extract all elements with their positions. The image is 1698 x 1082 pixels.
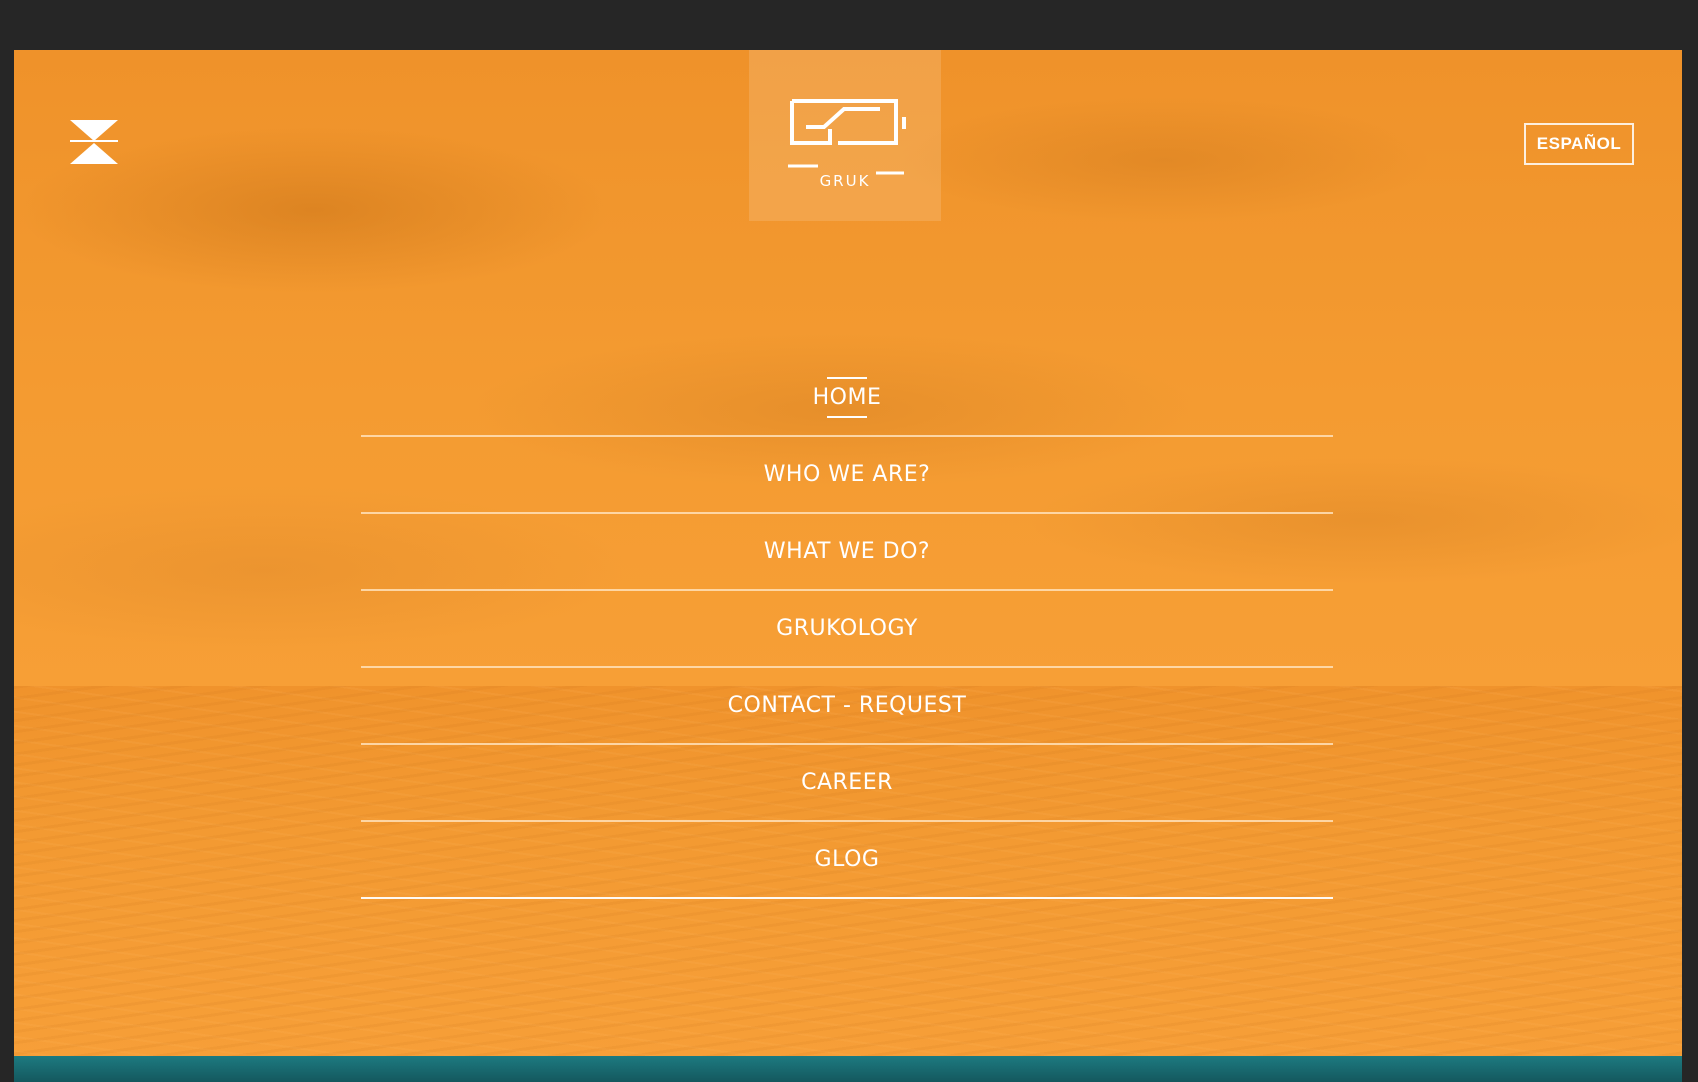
main-nav: HOME WHO WE ARE? WHAT WE DO? GRUKOLOGY C… (361, 360, 1333, 899)
nav-label-glog: GLOG (814, 847, 880, 872)
gruk-logo-icon (788, 98, 906, 174)
nav-label-who-we-are: WHO WE ARE? (763, 462, 931, 487)
logo-link[interactable]: GRUK (749, 50, 941, 221)
hourglass-close-icon (70, 120, 118, 164)
nav-label-home: HOME (813, 377, 882, 418)
close-menu-button[interactable] (70, 120, 118, 164)
nav-item-glog[interactable]: GLOG (361, 822, 1333, 899)
logo-text: GRUK (819, 172, 871, 190)
nav-item-contact-request[interactable]: CONTACT - REQUEST (361, 668, 1333, 745)
nav-label-career: CAREER (801, 770, 893, 795)
menu-overlay: GRUK ESPAÑOL HOME WHO WE ARE? WHAT WE DO… (14, 50, 1682, 1082)
nav-label-what-we-do: WHAT WE DO? (763, 539, 931, 564)
nav-item-grukology[interactable]: GRUKOLOGY (361, 591, 1333, 668)
nav-label-contact-request: CONTACT - REQUEST (727, 693, 967, 718)
nav-item-what-we-do[interactable]: WHAT WE DO? (361, 514, 1333, 591)
nav-item-who-we-are[interactable]: WHO WE ARE? (361, 437, 1333, 514)
nav-item-career[interactable]: CAREER (361, 745, 1333, 822)
language-toggle-button[interactable]: ESPAÑOL (1524, 123, 1634, 165)
footer-strip (14, 1056, 1682, 1082)
nav-item-home[interactable]: HOME (361, 360, 1333, 437)
nav-label-grukology: GRUKOLOGY (776, 616, 918, 641)
